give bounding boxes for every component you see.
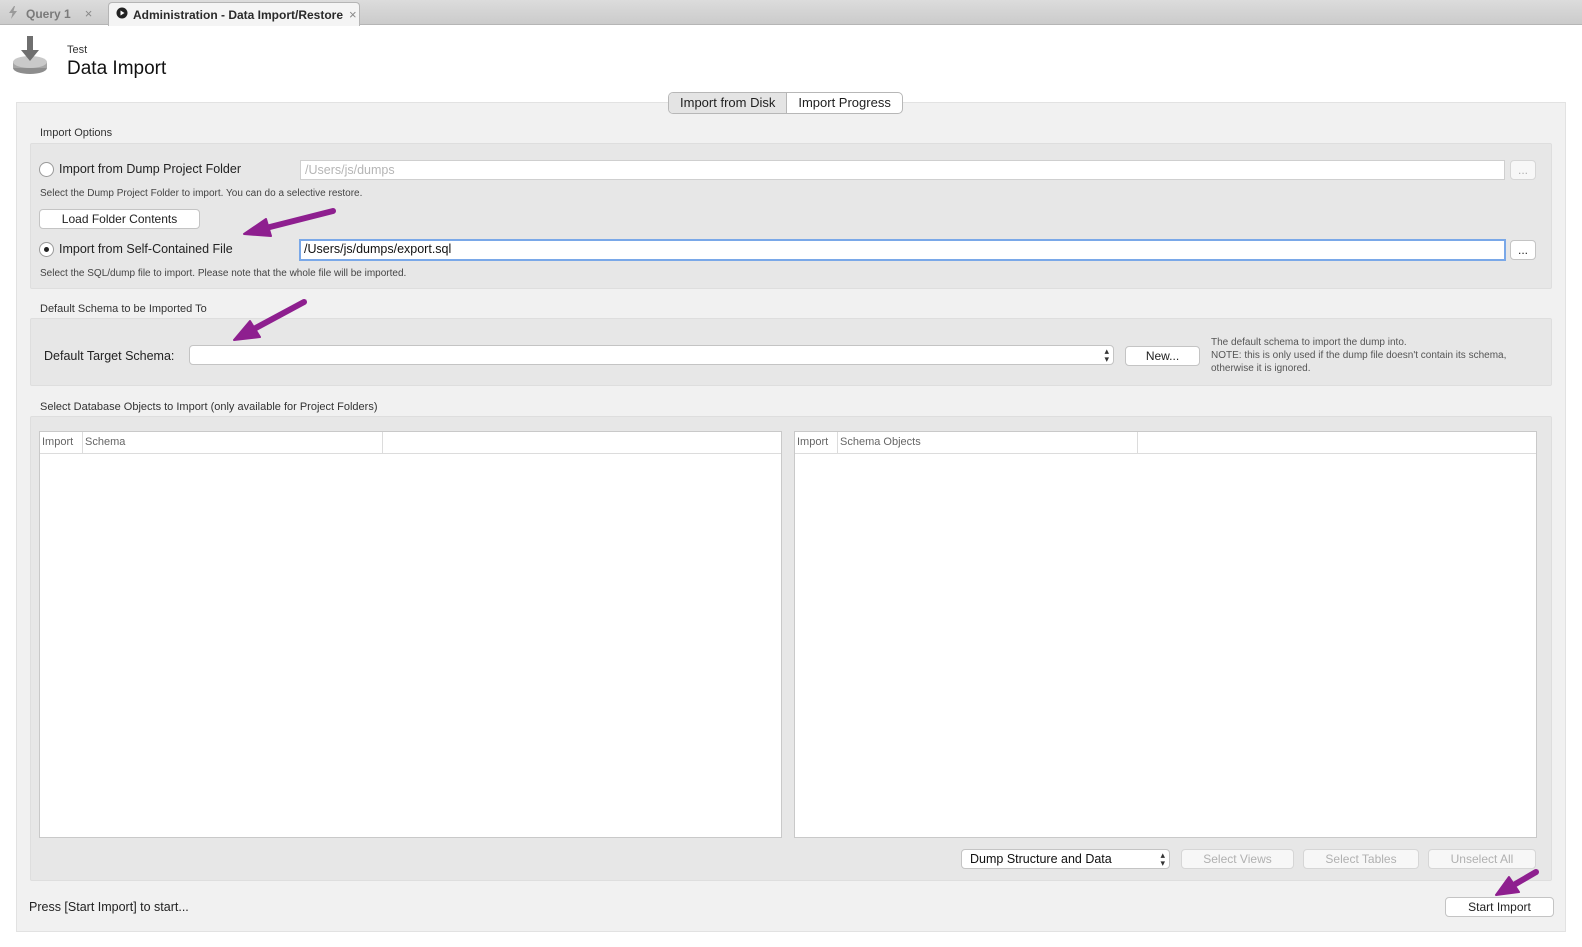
default-target-schema-label: Default Target Schema: (44, 349, 175, 363)
segment-import-progress[interactable]: Import Progress (787, 93, 901, 113)
import-options-label: Import Options (40, 127, 113, 139)
schema-objects-table[interactable]: Import Schema Objects (794, 431, 1537, 838)
tab-label: Administration - Data Import/Restore (133, 7, 344, 22)
view-switcher: Import from Disk Import Progress (668, 92, 903, 114)
dump-type-select[interactable]: Dump Structure and Data ▴ ▾ (961, 849, 1170, 869)
dump-folder-radio[interactable] (39, 162, 54, 177)
start-import-button[interactable]: Start Import (1445, 897, 1554, 917)
up-down-chevron-icon: ▴ ▾ (1160, 850, 1165, 868)
load-folder-contents-button[interactable]: Load Folder Contents (39, 209, 200, 229)
lightning-icon (8, 5, 18, 22)
column-header-schema[interactable]: Schema (83, 432, 383, 453)
dump-folder-label: Import from Dump Project Folder (59, 162, 241, 176)
page-title: Data Import (67, 58, 167, 79)
dump-type-value: Dump Structure and Data (970, 852, 1112, 866)
browse-file-button[interactable]: ... (1510, 240, 1536, 260)
self-contained-file-path-field[interactable]: /Users/js/dumps/export.sql (299, 239, 1506, 261)
schema-note-line-3: otherwise it is ignored. (1211, 363, 1311, 374)
schema-table[interactable]: Import Schema (39, 431, 782, 838)
unselect-all-button[interactable]: Unselect All (1428, 849, 1536, 869)
connection-name: Test (67, 44, 88, 56)
tab-label: Query 1 (26, 6, 71, 21)
segment-import-from-disk[interactable]: Import from Disk (669, 93, 788, 113)
tab-data-import[interactable]: Administration - Data Import/Restore × (108, 2, 360, 26)
self-contained-file-label: Import from Self-Contained File (59, 242, 233, 256)
self-contained-file-hint: Select the SQL/dump file to import. Plea… (40, 268, 407, 279)
data-import-icon (12, 36, 48, 81)
status-message: Press [Start Import] to start... (29, 900, 189, 914)
browse-folder-button[interactable]: ... (1510, 160, 1536, 180)
up-down-chevron-icon: ▴ ▾ (1104, 346, 1109, 364)
new-schema-button[interactable]: New... (1125, 346, 1200, 366)
dump-folder-hint: Select the Dump Project Folder to import… (40, 188, 363, 199)
tab-bar: Query 1 × Administration - Data Import/R… (0, 0, 1582, 26)
default-schema-label: Default Schema to be Imported To (40, 303, 207, 315)
column-header-schema-objects[interactable]: Schema Objects (838, 432, 1138, 453)
play-circle-icon (116, 7, 128, 22)
objects-group-label: Select Database Objects to Import (only … (40, 401, 378, 413)
column-header-import[interactable]: Import (40, 432, 83, 453)
default-target-schema-select[interactable]: ▴ ▾ (189, 345, 1114, 365)
tab-query-1[interactable]: Query 1 × (8, 2, 106, 25)
column-header-import[interactable]: Import (795, 432, 838, 453)
schema-objects-table-header: Import Schema Objects (795, 432, 1536, 454)
self-contained-file-radio[interactable] (39, 242, 54, 257)
close-icon[interactable]: × (85, 6, 93, 21)
close-icon[interactable]: × (349, 7, 357, 22)
select-views-button[interactable]: Select Views (1181, 849, 1294, 869)
select-tables-button[interactable]: Select Tables (1303, 849, 1419, 869)
schema-note-line-2: NOTE: this is only used if the dump file… (1211, 350, 1507, 361)
schema-table-header: Import Schema (40, 432, 781, 454)
schema-note-line-1: The default schema to import the dump in… (1211, 337, 1407, 348)
dump-folder-path-field[interactable]: /Users/js/dumps (300, 160, 1505, 180)
